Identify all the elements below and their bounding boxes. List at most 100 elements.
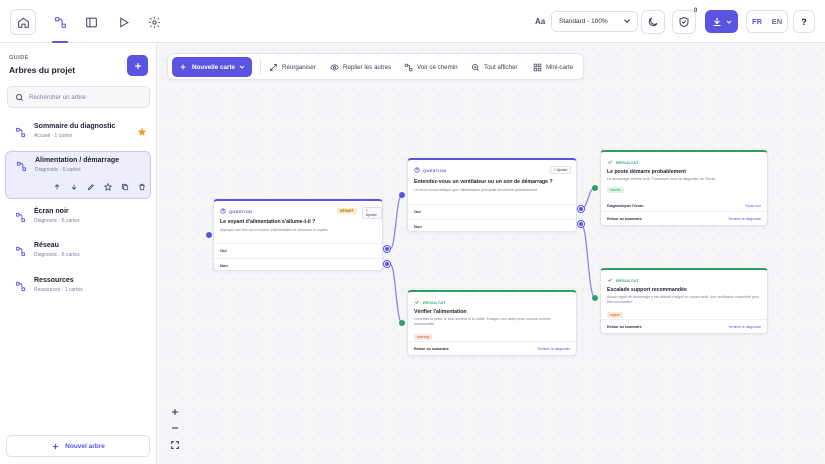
settings-button[interactable]: [141, 9, 167, 35]
back-to-summary-link[interactable]: Retour au sommaire: [607, 325, 642, 329]
copy-icon[interactable]: [121, 183, 129, 191]
tree-item-reseau[interactable]: Réseau Diagnostic · 6 cartes: [5, 237, 151, 267]
output-port-yes[interactable]: [384, 246, 390, 252]
tree-icon: [54, 16, 66, 28]
arrow-up-icon[interactable]: [53, 183, 61, 191]
output-port-no[interactable]: [384, 261, 390, 267]
node-kind-label: RÉSULTAT: [423, 299, 446, 305]
star-filled-icon[interactable]: [137, 127, 147, 137]
arrow-down-icon[interactable]: [70, 183, 78, 191]
connect-others-label: Replier les autres: [343, 64, 392, 71]
zoom-in-icon: [472, 64, 479, 71]
tree-item-title: Alimentation / démarrage: [35, 157, 120, 164]
fullscreen-icon: [171, 441, 179, 449]
sidebar-toggle-button[interactable]: [78, 9, 104, 35]
sidebar-eyebrow: GUIDE: [9, 55, 29, 61]
minimap-button[interactable]: Mini-carte: [533, 63, 573, 72]
search-input[interactable]: [29, 93, 139, 101]
node-result-demarre[interactable]: RÉSULTAT Le poste démarre probablement L…: [600, 150, 768, 226]
add-tree-button[interactable]: [127, 55, 148, 76]
reorganize-button[interactable]: Réorganiser: [269, 63, 316, 72]
check-icon: [607, 278, 613, 282]
zoom-select-value: Standard - 100%: [559, 18, 608, 25]
node-kind-label: QUESTION: [423, 167, 447, 173]
plus-icon: [172, 409, 178, 415]
zoom-select[interactable]: Standard - 100%: [551, 11, 638, 32]
help-button[interactable]: ?: [793, 10, 815, 33]
finish-diagnostic-link[interactable]: Terminer le diagnostic: [728, 325, 761, 329]
node-question-voyant[interactable]: QUESTION DÉPART + Ajouter Le voyant d'al…: [213, 199, 383, 271]
top-bar: Aa Standard - 100% 0 FR EN ?: [0, 0, 825, 43]
validation-button[interactable]: [672, 10, 696, 34]
tree-item-ecran-noir[interactable]: Écran noir Diagnostic · 5 cartes: [5, 203, 151, 233]
finish-diagnostic-link[interactable]: Terminer le diagnostic: [728, 217, 761, 221]
connect-others-button[interactable]: Replier les autres: [330, 63, 391, 72]
node-footer: Retour au sommaire Terminer le diagnosti…: [601, 211, 767, 225]
trash-icon[interactable]: [138, 183, 146, 191]
linked-tree-link[interactable]: Écran noir: [746, 204, 761, 208]
tree-icon: [15, 281, 26, 292]
node-kind-label: QUESTION: [229, 208, 253, 214]
see-path-button[interactable]: Voir ce chemin: [404, 63, 458, 72]
tree-icon: [16, 161, 27, 172]
choice-yes[interactable]: Oui: [408, 204, 576, 218]
check-icon: [607, 160, 613, 164]
fit-view-button[interactable]: [168, 438, 182, 452]
see-path-label: Voir ce chemin: [417, 64, 458, 71]
input-port[interactable]: [206, 232, 212, 238]
tree-item-ressources[interactable]: Ressources Ressources · 1 cartes: [5, 272, 151, 302]
add-option-button[interactable]: + Ajouter: [362, 207, 382, 219]
zoom-out-button[interactable]: [168, 421, 182, 435]
choice-no[interactable]: Non: [408, 219, 576, 233]
input-port[interactable]: [399, 192, 405, 198]
theme-toggle-button[interactable]: [641, 10, 665, 34]
tree-item-alimentation[interactable]: Alimentation / démarrage Diagnostic · 5 …: [5, 151, 151, 199]
node-kind-label: RÉSULTAT: [616, 159, 639, 165]
eye-icon: [330, 64, 339, 71]
tree-item-subtitle: Diagnostic · 5 cartes: [34, 218, 80, 224]
back-to-summary-link[interactable]: Retour au sommaire: [607, 217, 642, 221]
input-port[interactable]: [592, 295, 598, 301]
download-button[interactable]: [705, 10, 738, 33]
input-port[interactable]: [592, 185, 598, 191]
home-button[interactable]: [10, 9, 36, 35]
tree-icon: [15, 246, 26, 257]
node-title: Entendez-vous un ventilateur ou un son d…: [414, 179, 553, 185]
node-kind: RÉSULTAT: [607, 159, 639, 165]
new-tree-button[interactable]: Nouvel arbre: [6, 435, 150, 457]
back-to-summary-link[interactable]: Retour au sommaire: [414, 347, 449, 351]
tree-item-subtitle: Accueil · 1 cartes: [34, 133, 73, 139]
node-kind-label: RÉSULTAT: [616, 277, 639, 283]
shield-check-icon: [679, 16, 689, 28]
chevron-down-icon: [624, 19, 630, 23]
choice-no[interactable]: Non: [214, 258, 382, 272]
play-button[interactable]: [110, 9, 136, 35]
sidebar-icon: [85, 17, 97, 27]
node-question-ventilateur[interactable]: QUESTION + Ajouter Entendez-vous un vent…: [407, 158, 577, 232]
lang-en-button[interactable]: EN: [767, 17, 787, 26]
lang-fr-button[interactable]: FR: [747, 17, 767, 26]
tree-item-subtitle: Diagnostic · 5 cartes: [35, 167, 81, 173]
font-size-label[interactable]: Aa: [535, 17, 545, 26]
minus-icon: [172, 427, 178, 429]
output-port-no[interactable]: [578, 221, 584, 227]
tree-item-sommaire[interactable]: Sommaire du diagnostic Accueil · 1 carte…: [5, 118, 151, 148]
show-all-button[interactable]: Tout afficher: [471, 63, 518, 72]
finish-diagnostic-link[interactable]: Terminer le diagnostic: [537, 347, 570, 351]
output-port-yes[interactable]: [578, 206, 584, 212]
new-card-button[interactable]: Nouvelle carte: [172, 57, 252, 77]
star-outline-icon[interactable]: [104, 183, 112, 191]
choice-yes[interactable]: Oui: [214, 243, 382, 257]
tree-icon: [15, 127, 26, 138]
add-option-button[interactable]: + Ajouter: [550, 166, 572, 174]
input-port[interactable]: [399, 320, 405, 326]
check-icon: [414, 300, 420, 304]
tree-view-button[interactable]: [47, 9, 73, 35]
node-description: Aucun signe de démarrage n'est détecté m…: [607, 295, 759, 304]
zoom-in-button[interactable]: [168, 405, 182, 419]
pencil-icon[interactable]: [87, 183, 95, 191]
node-result-escalade[interactable]: RÉSULTAT Escalade support recommandée Au…: [600, 268, 768, 334]
new-tree-label: Nouvel arbre: [65, 442, 105, 450]
sidebar: GUIDE Arbres du projet Sommaire du diagn…: [0, 43, 157, 464]
node-result-alimentation[interactable]: RÉSULTAT Vérifier l'alimentation Contrôl…: [407, 290, 577, 356]
